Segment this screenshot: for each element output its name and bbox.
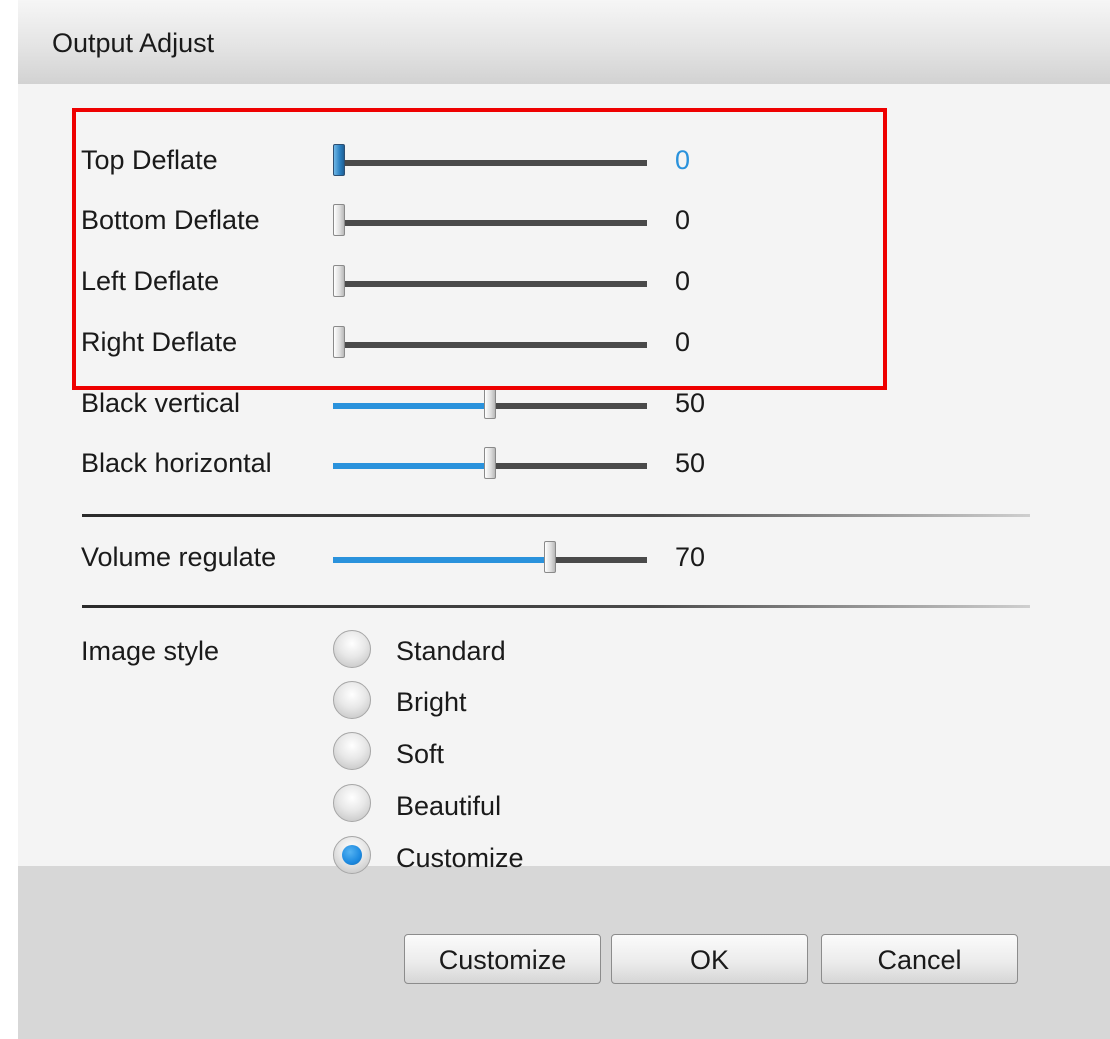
radio-soft[interactable] bbox=[331, 728, 375, 780]
image-style-label: Image style bbox=[81, 636, 220, 666]
volume-regulate-value: 70 bbox=[675, 542, 706, 572]
slider-row-volume-regulate: Volume regulate 70 bbox=[0, 528, 1092, 588]
highlight-box bbox=[72, 108, 887, 390]
radio-beautiful[interactable] bbox=[331, 780, 375, 832]
dialog-titlebar[interactable]: Output Adjust bbox=[18, 0, 1110, 84]
black-horizontal-label: Black horizontal bbox=[81, 448, 272, 478]
radio-circle[interactable] bbox=[333, 784, 371, 822]
radio-label-customize[interactable]: Customize bbox=[396, 843, 524, 874]
radio-label-beautiful[interactable]: Beautiful bbox=[396, 791, 501, 822]
dialog-title: Output Adjust bbox=[52, 28, 215, 58]
slider-row-black-horizontal: Black horizontal 50 bbox=[0, 434, 1092, 494]
slider-thumb[interactable] bbox=[544, 541, 556, 573]
divider bbox=[82, 514, 1030, 517]
slider-thumb[interactable] bbox=[484, 447, 496, 479]
radio-circle[interactable] bbox=[333, 681, 371, 719]
cancel-button[interactable]: Cancel bbox=[821, 934, 1018, 984]
slider-fill bbox=[333, 403, 484, 409]
slider-fill bbox=[333, 557, 544, 563]
black-vertical-label: Black vertical bbox=[81, 388, 241, 418]
ok-button[interactable]: OK bbox=[611, 934, 808, 984]
black-horizontal-value: 50 bbox=[675, 448, 706, 478]
divider bbox=[82, 605, 1030, 608]
radio-circle[interactable] bbox=[333, 630, 371, 668]
slider-thumb[interactable] bbox=[484, 387, 496, 419]
slider-fill bbox=[333, 463, 484, 469]
radio-circle[interactable] bbox=[333, 836, 371, 874]
volume-regulate-slider[interactable] bbox=[333, 541, 647, 573]
black-vertical-slider[interactable] bbox=[333, 387, 647, 419]
customize-button[interactable]: Customize bbox=[404, 934, 601, 984]
black-horizontal-slider[interactable] bbox=[333, 447, 647, 479]
radio-selected-dot bbox=[342, 845, 362, 865]
radio-circle[interactable] bbox=[333, 732, 371, 770]
black-vertical-value: 50 bbox=[675, 388, 706, 418]
radio-bright[interactable] bbox=[331, 677, 375, 729]
radio-label-soft[interactable]: Soft bbox=[396, 739, 444, 770]
radio-label-standard[interactable]: Standard bbox=[396, 636, 506, 667]
radio-customize[interactable] bbox=[331, 832, 375, 884]
radio-label-bright[interactable]: Bright bbox=[396, 687, 467, 718]
volume-regulate-label: Volume regulate bbox=[81, 542, 277, 572]
radio-standard[interactable] bbox=[331, 626, 375, 678]
